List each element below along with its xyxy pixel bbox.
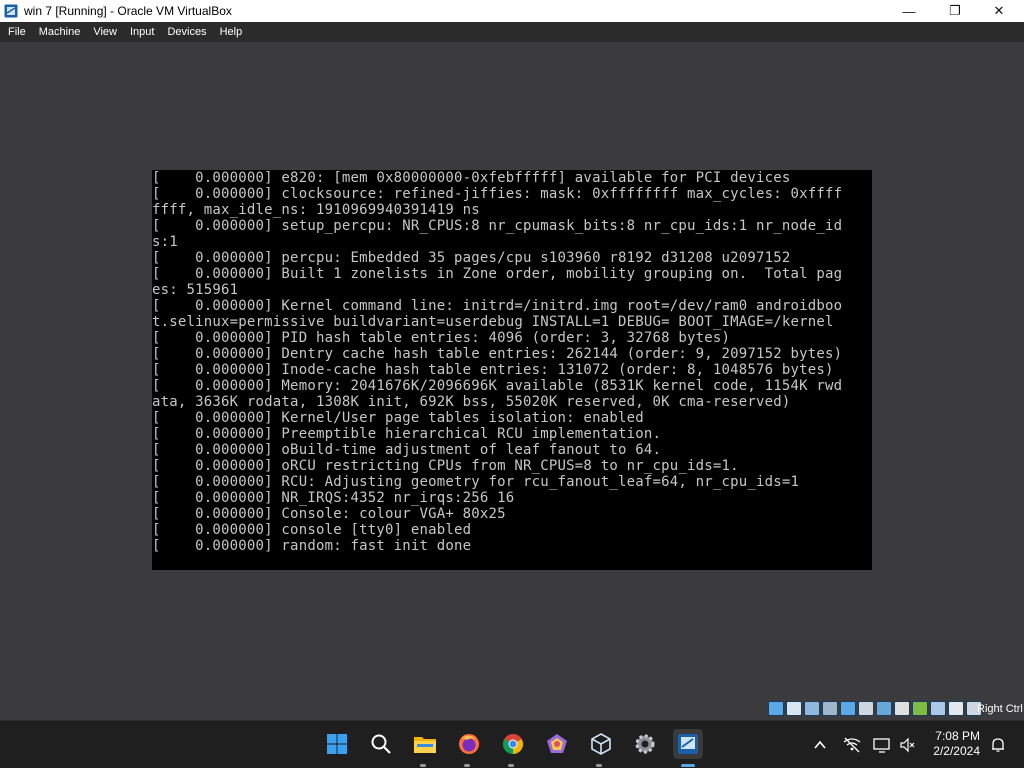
console-line: [ 0.000000] random: fast init done: [152, 538, 472, 554]
display-icon[interactable]: [876, 701, 892, 716]
console-line: es: 515961: [152, 282, 239, 298]
console-line: t.selinux=permissive buildvariant=userde…: [152, 314, 834, 330]
running-indicator: [508, 764, 514, 767]
console-line: ffff, max_idle_ns: 1910969940391419 ns: [152, 202, 480, 218]
mouse-integration-icon[interactable]: [948, 701, 964, 716]
show-hidden-icons-button[interactable]: [810, 735, 830, 755]
menu-view[interactable]: View: [88, 26, 122, 38]
console-line: [ 0.000000] Memory: 2041676K/2096696K av…: [152, 378, 843, 394]
active-app-indicator: [681, 764, 695, 767]
menu-bar: File Machine View Input Devices Help: [0, 22, 1024, 42]
windows-start-icon: [327, 734, 347, 754]
close-icon: ✕: [993, 3, 1005, 18]
taskbar-settings[interactable]: [630, 729, 660, 759]
audio-icon[interactable]: [804, 701, 820, 716]
menu-input[interactable]: Input: [125, 26, 159, 38]
console-line: [ 0.000000] Kernel/User page tables isol…: [152, 410, 644, 426]
guest-console-screen[interactable]: [ 0.000000] e820: [mem 0x80000000-0xfebf…: [152, 170, 872, 570]
chrome-icon: [503, 734, 523, 754]
volume-tray[interactable]: [898, 735, 918, 755]
hard-disk-icon[interactable]: [768, 701, 784, 716]
firefox-icon: [459, 734, 479, 754]
host-key-label: Right Ctrl: [977, 703, 1023, 715]
virtualbox-app-icon: [4, 4, 18, 18]
virtualbox-vm-icon: [678, 734, 698, 754]
search-icon: [371, 734, 391, 754]
menu-machine[interactable]: Machine: [34, 26, 86, 38]
status-icons: [768, 701, 982, 716]
console-line: [ 0.000000] Inode-cache hash table entri…: [152, 362, 834, 378]
notifications-button[interactable]: [988, 735, 1008, 755]
shared-folder-icon[interactable]: [858, 701, 874, 716]
volume-muted-icon: [900, 737, 915, 753]
console-line: [ 0.000000] oBuild-time adjustment of le…: [152, 442, 662, 458]
maximize-icon: ❐: [949, 3, 961, 18]
maximize-button[interactable]: ❐: [932, 0, 978, 22]
minimize-icon: —: [902, 3, 916, 19]
clock-date: 2/2/2024: [933, 744, 980, 758]
chevron-up-icon: [814, 740, 826, 749]
console-line: [ 0.000000] NR_IRQS:4352 nr_irqs:256 16: [152, 490, 515, 506]
taskbar-vm-window[interactable]: [673, 729, 703, 759]
close-button[interactable]: ✕: [976, 0, 1022, 22]
console-line: [ 0.000000] PID hash table entries: 4096…: [152, 330, 731, 346]
taskbar-virtualbox-manager[interactable]: [586, 729, 616, 759]
clock-time: 7:08 PM: [935, 729, 980, 743]
console-line: [ 0.000000] RCU: Adjusting geometry for …: [152, 474, 800, 490]
minimize-button[interactable]: —: [886, 0, 932, 22]
taskbar-chrome[interactable]: [498, 729, 528, 759]
running-indicator: [464, 764, 470, 767]
cpu-icon[interactable]: [930, 701, 946, 716]
console-line: [ 0.000000] console [tty0] enabled: [152, 522, 472, 538]
vm-status-bar: Right Ctrl: [0, 698, 1024, 720]
guest-additions-icon[interactable]: [912, 701, 928, 716]
console-line: s:1: [152, 234, 178, 250]
virtualbox-cube-icon: [591, 733, 611, 755]
console-line: [ 0.000000] e820: [mem 0x80000000-0xfebf…: [152, 170, 791, 186]
network-icon[interactable]: [822, 701, 838, 716]
menu-help[interactable]: Help: [215, 26, 248, 38]
taskbar-firefox[interactable]: [454, 729, 484, 759]
console-line: [ 0.000000] Kernel command line: initrd=…: [152, 298, 843, 314]
console-line: [ 0.000000] percpu: Embedded 35 pages/cp…: [152, 250, 791, 266]
network-disconnected-icon: [843, 737, 861, 753]
console-output: [ 0.000000] e820: [mem 0x80000000-0xfebf…: [152, 170, 842, 554]
menu-devices[interactable]: Devices: [162, 26, 211, 38]
usb-icon[interactable]: [840, 701, 856, 716]
menu-file[interactable]: File: [3, 26, 31, 38]
search-button[interactable]: [366, 729, 396, 759]
console-line: [ 0.000000] Preemptible hierarchical RCU…: [152, 426, 662, 442]
console-line: ata, 3636K rodata, 1308K init, 692K bss,…: [152, 394, 791, 410]
taskbar-file-explorer[interactable]: [410, 729, 440, 759]
taskbar-pentagon-app[interactable]: [542, 729, 572, 759]
recording-icon[interactable]: [894, 701, 910, 716]
display-tray[interactable]: [872, 735, 892, 755]
system-clock[interactable]: 7:08 PM 2/2/2024: [920, 729, 980, 759]
network-tray[interactable]: [842, 735, 862, 755]
console-line: [ 0.000000] clocksource: refined-jiffies…: [152, 186, 843, 202]
console-line: [ 0.000000] Built 1 zonelists in Zone or…: [152, 266, 843, 282]
console-line: [ 0.000000] setup_percpu: NR_CPUS:8 nr_c…: [152, 218, 843, 234]
pentagon-app-icon: [547, 734, 567, 753]
bell-icon: [992, 738, 1004, 752]
start-button[interactable]: [322, 729, 352, 759]
taskbar: 7:08 PM 2/2/2024: [0, 720, 1024, 768]
console-line: [ 0.000000] Dentry cache hash table entr…: [152, 346, 843, 362]
console-line: [ 0.000000] Console: colour VGA+ 80x25: [152, 506, 506, 522]
optical-drive-icon[interactable]: [786, 701, 802, 716]
settings-gear-icon: [635, 734, 655, 754]
display-icon: [873, 738, 890, 753]
running-indicator: [596, 764, 602, 767]
window-title: win 7 [Running] - Oracle VM VirtualBox: [24, 4, 232, 18]
console-line: [ 0.000000] oRCU restricting CPUs from N…: [152, 458, 739, 474]
running-indicator: [420, 764, 426, 767]
window-titlebar: win 7 [Running] - Oracle VM VirtualBox —…: [0, 0, 1024, 22]
folder-icon: [414, 737, 436, 753]
